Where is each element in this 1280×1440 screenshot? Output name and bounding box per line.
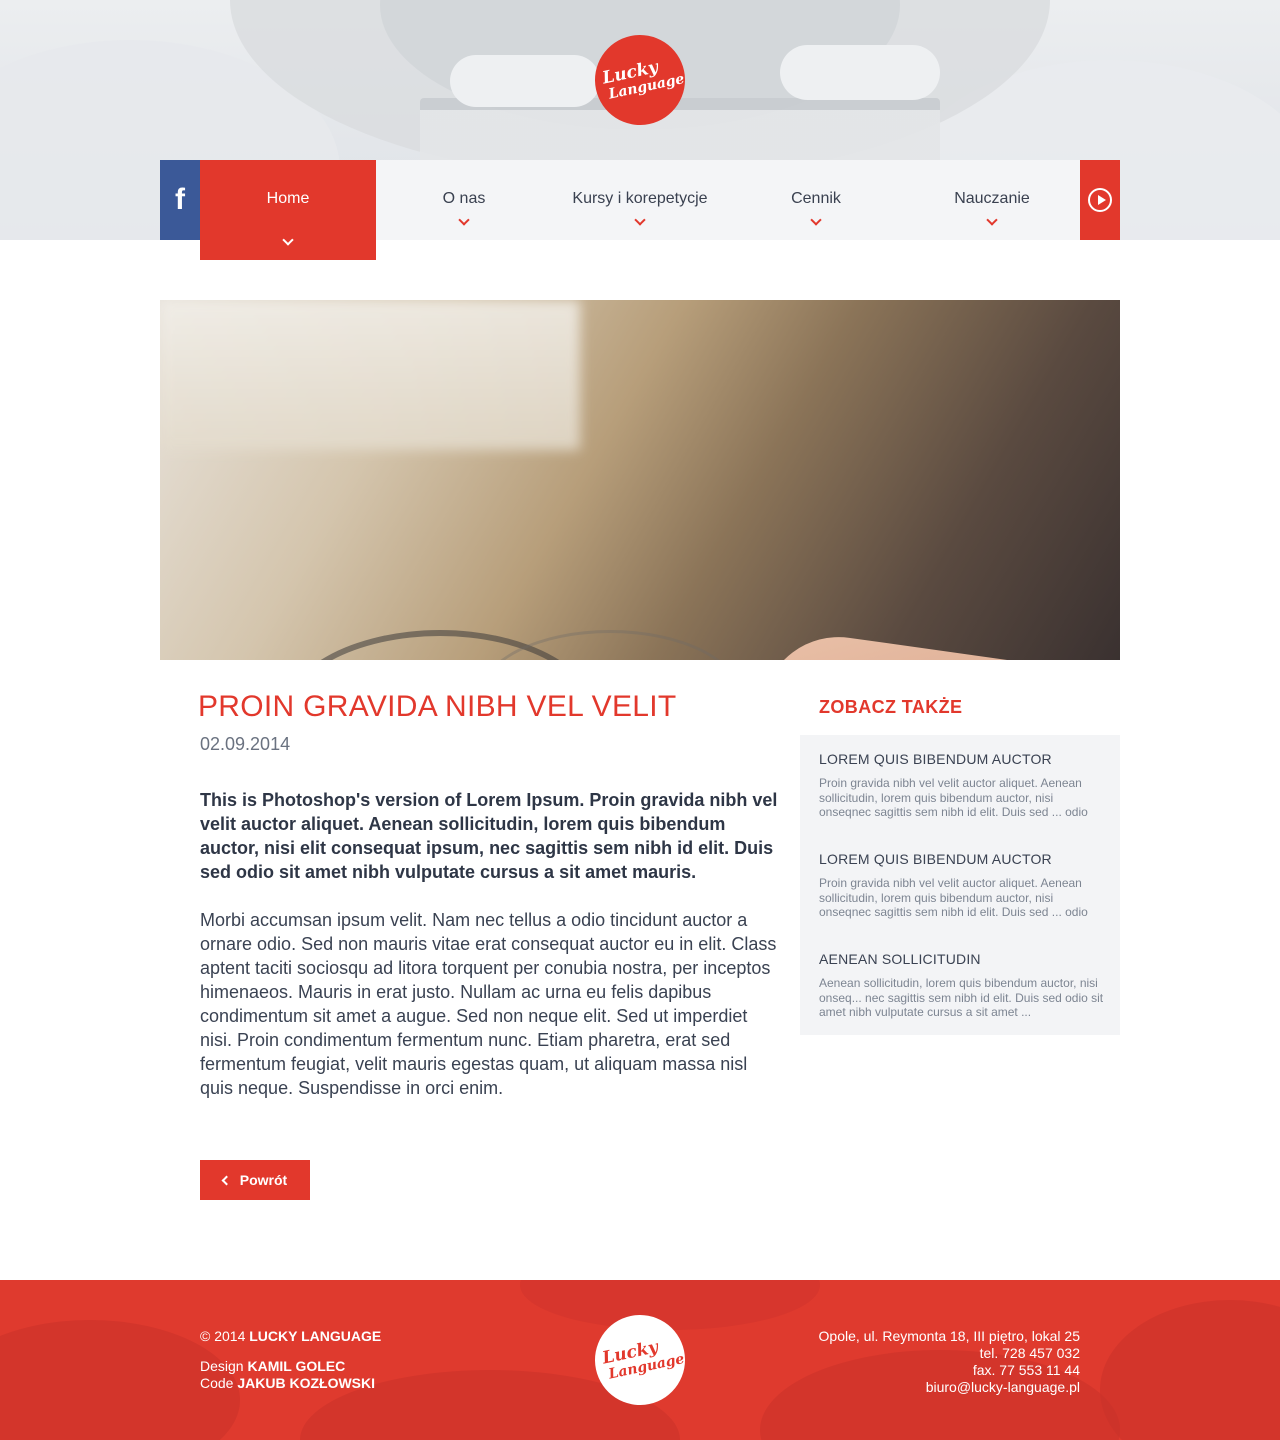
hero-hand	[450, 55, 600, 107]
related-item[interactable]: AENEAN SOLLICITUDIN Aenean sollicitudin,…	[819, 951, 1104, 1020]
article-hero-image	[160, 300, 1120, 660]
code-label: Code	[200, 1375, 234, 1391]
nav-item-label: O nas	[442, 190, 486, 207]
designer-name: KAMIL GOLEC	[247, 1358, 346, 1374]
article-lead: This is Photoshop's version of Lorem Ips…	[200, 790, 778, 882]
nav-item-label: Cennik	[791, 190, 841, 207]
hero-book	[420, 98, 940, 168]
code-credit: Code JAKUB KOZŁOWSKI	[200, 1375, 381, 1392]
footer-credits: © 2014 LUCKY LANGUAGE Design KAMIL GOLEC…	[200, 1328, 381, 1392]
footer-background-shape	[520, 1280, 820, 1330]
chevron-left-icon	[221, 1175, 232, 1185]
article: PROIN GRAVIDA NIBH VEL VELIT 02.09.2014 …	[198, 690, 780, 1100]
nav-item-o-nas[interactable]: O nas	[376, 160, 552, 240]
image-hand	[749, 627, 1111, 660]
related-item-title: LOREM QUIS BIBENDUM AUCTOR	[819, 851, 1052, 867]
copyright-year: © 2014	[200, 1328, 246, 1344]
related-item-title: AENEAN SOLLICITUDIN	[819, 951, 981, 967]
contact-address: Opole, ul. Reymonta 18, III piętro, loka…	[818, 1328, 1080, 1344]
chevron-down-icon	[634, 214, 646, 226]
nav-item-label: Kursy i korepetycje	[572, 190, 708, 207]
hero-hand	[780, 45, 940, 100]
related-item[interactable]: LOREM QUIS BIBENDUM AUCTOR Proin gravida…	[819, 751, 1104, 820]
nav-item-cennik[interactable]: Cennik	[728, 160, 904, 240]
article-body: Morbi accumsan ipsum velit. Nam nec tell…	[200, 910, 777, 1098]
chevron-down-icon	[282, 234, 294, 246]
back-button-label: Powrót	[239, 1172, 288, 1188]
company-name: LUCKY LANGUAGE	[249, 1328, 382, 1344]
contact-fax: fax. 77 553 11 44	[972, 1362, 1080, 1378]
design-credit: Design KAMIL GOLEC	[200, 1358, 381, 1375]
main-navigation: f Home O nas Kursy i korepetycje Cennik …	[160, 160, 1120, 260]
related-item-title: LOREM QUIS BIBENDUM AUCTOR	[819, 751, 1052, 767]
article-date: 02.09.2014	[200, 734, 291, 754]
sidebar-title: ZOBACZ TAKŻE	[819, 697, 963, 717]
image-background-window	[160, 300, 580, 450]
related-item-excerpt: Aenean sollicitudin, lorem quis bibendum…	[819, 976, 1104, 1019]
article-title: PROIN GRAVIDA NIBH VEL VELIT	[198, 690, 677, 723]
related-list: LOREM QUIS BIBENDUM AUCTOR Proin gravida…	[800, 735, 1120, 1035]
back-button[interactable]: Powrót	[200, 1160, 310, 1200]
design-label: Design	[200, 1358, 244, 1374]
contact-phone: tel. 728 457 032	[979, 1345, 1080, 1361]
coder-name: JAKUB KOZŁOWSKI	[237, 1375, 376, 1391]
nav-item-kursy[interactable]: Kursy i korepetycje	[552, 160, 728, 240]
related-item-excerpt: Proin gravida nibh vel velit auctor aliq…	[819, 776, 1088, 819]
nav-item-nauczanie[interactable]: Nauczanie	[904, 160, 1080, 240]
nav-item-label: Nauczanie	[954, 190, 1030, 207]
nav-item-label: Home	[266, 190, 310, 207]
nav-item-home[interactable]: Home	[200, 160, 376, 260]
footer-copyright: © 2014 LUCKY LANGUAGE	[200, 1328, 381, 1345]
related-item-excerpt: Proin gravida nibh vel velit auctor aliq…	[819, 876, 1088, 919]
footer-contact: Opole, ul. Reymonta 18, III piętro, loka…	[819, 1328, 1080, 1396]
footer: © 2014 LUCKY LANGUAGE Design KAMIL GOLEC…	[0, 1280, 1280, 1440]
facebook-icon[interactable]: f	[160, 160, 200, 240]
related-item[interactable]: LOREM QUIS BIBENDUM AUCTOR Proin gravida…	[819, 851, 1104, 920]
contact-email-link[interactable]: biuro@lucky-language.pl	[926, 1379, 1080, 1395]
play-button[interactable]	[1080, 160, 1120, 240]
play-circle-icon	[1088, 188, 1112, 212]
footer-background-shape	[1100, 1300, 1280, 1440]
chevron-down-icon	[458, 214, 470, 226]
chevron-down-icon	[986, 214, 998, 226]
chevron-down-icon	[810, 214, 822, 226]
